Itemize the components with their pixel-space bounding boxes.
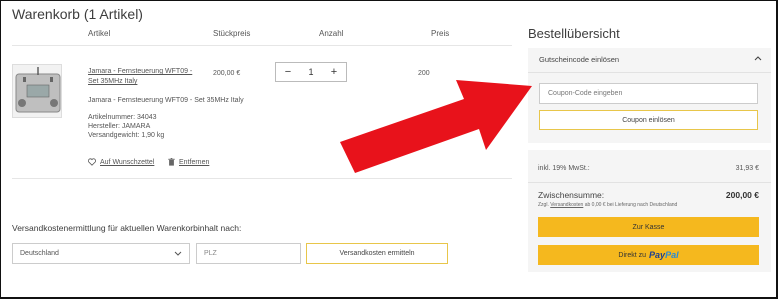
subtotal-value: 200,00 € (725, 190, 759, 200)
shipping-calculator-title: Versandkostenermittlung für aktuellen Wa… (12, 223, 242, 233)
wishlist-action[interactable]: Auf Wunschzettel (88, 158, 154, 166)
product-name-link[interactable]: Jamara - Fernsteuerung WFT09 - Set 35MHz… (88, 67, 203, 87)
heart-icon (88, 158, 96, 166)
country-select-value: Deutschland (20, 250, 59, 257)
chevron-up-icon[interactable] (754, 54, 762, 63)
product-shipping-weight: Versandgewicht: 1,90 kg (88, 132, 165, 139)
vat-divider (528, 182, 771, 183)
annotation-arrow (340, 80, 532, 173)
product-manufacturer: Hersteller: JAMARA (88, 123, 151, 130)
column-header-article: Artikel (88, 29, 111, 38)
wishlist-link[interactable]: Auf Wunschzettel (100, 159, 154, 166)
paypal-logo: PayPal (649, 250, 679, 260)
paypal-prefix-text: Direkt zu (618, 251, 647, 259)
product-article-number: Artikelnummer: 34043 (88, 114, 157, 121)
trash-icon (168, 158, 175, 166)
column-header-price: Preis (431, 29, 450, 38)
order-overview-title: Bestellübersicht (528, 26, 620, 41)
coupon-divider (528, 72, 771, 73)
product-unit-price: 200,00 € (213, 70, 241, 77)
column-header-unit-price: Stückpreis (213, 29, 251, 38)
postal-code-input[interactable]: PLZ (196, 243, 301, 264)
product-image[interactable] (12, 64, 62, 118)
minus-icon[interactable]: − (282, 66, 294, 78)
vat-value: 31,93 € (735, 165, 759, 172)
coupon-section-header[interactable]: Gutscheincode einlösen (539, 55, 619, 64)
cart-title: Warenkorb (1 Artikel) (12, 6, 143, 22)
remove-action[interactable]: Entfernen (168, 158, 209, 166)
vat-label: inkl. 19% MwSt.: (538, 165, 590, 172)
shipping-cost-link[interactable]: Versandkosten (550, 202, 583, 208)
coupon-code-input[interactable]: Coupon-Code eingeben (539, 83, 758, 104)
country-select[interactable]: Deutschland (12, 243, 190, 264)
product-description: Jamara - Fernsteuerung WFT09 - Set 35MHz… (88, 97, 244, 104)
quantity-value[interactable]: 1 (308, 67, 313, 77)
column-header-quantity: Anzahl (319, 29, 344, 38)
subtotal-label: Zwischensumme: (538, 190, 605, 200)
redeem-coupon-button[interactable]: Coupon einlösen (539, 110, 758, 130)
remove-link[interactable]: Entfernen (179, 159, 209, 166)
checkout-button[interactable]: Zur Kasse (538, 217, 759, 237)
shipping-cost-note: Zzgl. Versandkosten ab 0,00 € bei Liefer… (538, 202, 678, 208)
calculate-shipping-button[interactable]: Versandkosten ermitteln (306, 243, 448, 264)
header-divider (12, 45, 512, 46)
chevron-down-icon (174, 251, 182, 256)
paypal-checkout-button[interactable]: Direkt zu PayPal (538, 245, 759, 265)
